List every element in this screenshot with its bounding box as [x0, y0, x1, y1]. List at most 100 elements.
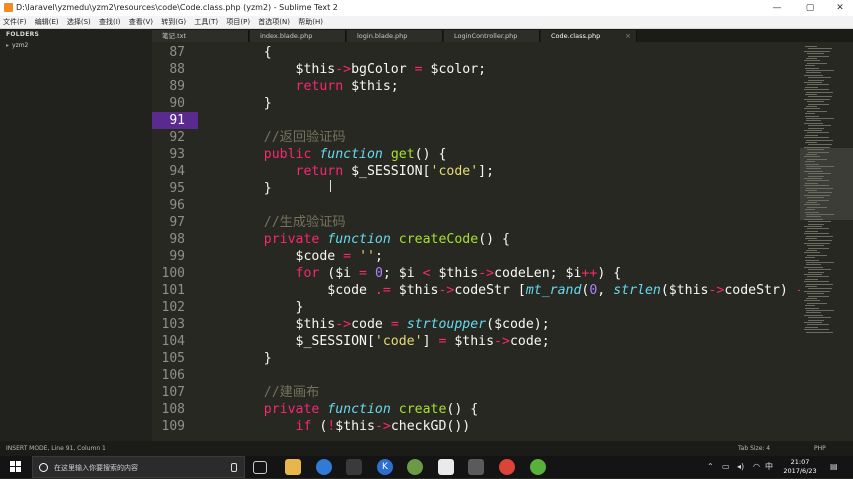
line-number: 108	[161, 402, 185, 417]
status-bar: INSERT MODE, Line 91, Column 1 Tab Size:…	[0, 441, 853, 456]
app-icon[interactable]	[407, 459, 423, 475]
wifi-icon[interactable]: ◠	[753, 456, 760, 478]
expand-triangle-icon[interactable]: ▸	[6, 42, 9, 49]
status-tab-size[interactable]: Tab Size: 4	[738, 441, 770, 456]
network-icon[interactable]: ▭	[722, 456, 730, 478]
code-line[interactable]: $_SESSION['code'] = $this->code;	[232, 333, 550, 350]
mouse-ibeam-cursor	[330, 180, 331, 192]
minimap-line	[808, 55, 829, 57]
sidebar-folder-yzm2[interactable]: ▸ yzm2	[6, 42, 28, 49]
menu-edit[interactable]: 编辑(E)	[32, 16, 62, 28]
app-icon[interactable]	[438, 459, 454, 475]
minimize-button[interactable]: —	[764, 0, 790, 16]
minimap-line	[805, 305, 815, 307]
menu-file[interactable]: 文件(F)	[0, 16, 30, 28]
line-number: 94	[169, 164, 185, 179]
chrome-icon[interactable]	[499, 459, 515, 475]
menu-selection[interactable]: 选择(S)	[64, 16, 94, 28]
code-line[interactable]: }	[232, 95, 272, 112]
input-method[interactable]: 中	[765, 456, 773, 478]
maximize-button[interactable]: ▢	[797, 0, 823, 16]
menu-find[interactable]: 查找(I)	[96, 16, 124, 28]
menu-help[interactable]: 帮助(H)	[295, 16, 326, 28]
notification-icon[interactable]: ▤	[830, 456, 838, 478]
minimap-line	[808, 317, 831, 319]
minimap-line	[806, 214, 834, 215]
minimap-line	[805, 238, 817, 239]
minimap-line	[808, 79, 824, 81]
minimap-line	[806, 283, 833, 285]
minimap-line	[805, 86, 818, 88]
tab-label: Code.class.php	[551, 32, 601, 40]
tray-chevron-icon[interactable]: ⌃	[707, 456, 714, 478]
tab-notes[interactable]: 笔记.txt	[152, 30, 249, 42]
code-line[interactable]: //返回验证码	[232, 129, 346, 146]
minimap-line	[808, 144, 832, 146]
minimap[interactable]	[800, 42, 853, 441]
code-line[interactable]: return $_SESSION['code'];	[232, 163, 495, 180]
code-line[interactable]: private function createCode() {	[232, 231, 510, 248]
browser-icon[interactable]	[316, 459, 332, 475]
code-line[interactable]: public function get() {	[232, 146, 447, 163]
windows-logo-pane	[16, 467, 21, 472]
menu-view[interactable]: 查看(V)	[126, 16, 156, 28]
code-line[interactable]: }	[232, 299, 304, 316]
minimap-line	[807, 245, 824, 247]
tab-code-class[interactable]: Code.class.php ×	[541, 30, 637, 42]
file-explorer-icon[interactable]	[285, 459, 301, 475]
task-view-icon[interactable]	[253, 461, 267, 474]
tab-close-icon[interactable]: ×	[625, 30, 631, 42]
minimap-line	[807, 84, 829, 86]
code-line[interactable]: //建画布	[232, 384, 319, 401]
start-button[interactable]	[0, 456, 32, 478]
taskbar-search[interactable]: 在这里输入你要搜索的内容	[32, 456, 245, 478]
minimap-line	[808, 319, 824, 321]
minimap-line	[805, 142, 817, 143]
minimap-line	[808, 192, 832, 194]
code-line[interactable]: for ($i = 0; $i < $this->codeLen; $i++) …	[232, 265, 622, 282]
code-line[interactable]: //生成验证码	[232, 214, 346, 231]
minimap-line	[804, 89, 829, 91]
volume-icon[interactable]: ◂)	[737, 456, 744, 478]
tab-index-blade[interactable]: index.blade.php	[250, 30, 346, 42]
minimap-line	[805, 209, 815, 211]
line-number: 107	[161, 385, 185, 400]
microphone-icon[interactable]	[231, 463, 237, 472]
code-line[interactable]: return $this;	[232, 78, 399, 95]
code-line[interactable]: private function create() {	[232, 401, 478, 418]
close-button[interactable]: ✕	[827, 0, 853, 16]
minimap-line	[804, 274, 822, 275]
code-line[interactable]: }	[232, 350, 272, 367]
minimap-line	[806, 106, 817, 107]
sublime-app-icon	[4, 3, 13, 12]
code-line[interactable]: $code .= $this->codeStr [mt_rand(0, strl…	[232, 282, 800, 299]
tab-login-controller[interactable]: LoginController.php	[444, 30, 540, 42]
menu-tools[interactable]: 工具(T)	[191, 16, 221, 28]
menu-project[interactable]: 项目(P)	[223, 16, 253, 28]
minimap-line	[806, 202, 817, 203]
minimap-line	[806, 72, 821, 74]
code-line[interactable]: $code = '';	[232, 248, 383, 265]
code-line[interactable]: }	[232, 180, 272, 197]
menu-goto[interactable]: 转到(G)	[158, 16, 189, 28]
code-line[interactable]: if (!$this->checkGD())	[232, 418, 471, 435]
minimap-line	[804, 137, 829, 139]
k-app-icon[interactable]: K	[377, 459, 393, 475]
app-icon[interactable]	[468, 459, 484, 475]
taskbar-clock[interactable]: 21:07 2017/6/23	[778, 458, 822, 476]
code-line[interactable]: $this->code = strtoupper($code);	[232, 316, 550, 333]
code-line[interactable]: {	[232, 44, 272, 61]
app-icon[interactable]	[530, 459, 546, 475]
windows-logo-pane	[10, 467, 15, 472]
code-line[interactable]: $this->bgColor = $color;	[232, 61, 487, 78]
status-syntax[interactable]: PHP	[814, 441, 826, 456]
media-app-icon[interactable]	[346, 459, 362, 475]
line-number: 104	[161, 334, 185, 349]
code-editor[interactable]: 87 88 89 90 91 92 93 94 95 96 97 98 99 100 101 102 103 10…	[152, 42, 800, 441]
minimap-line	[807, 110, 827, 112]
tab-login-blade[interactable]: login.blade.php	[347, 30, 443, 42]
menu-preferences[interactable]: 首选项(N)	[255, 16, 293, 28]
line-number: 97	[169, 215, 185, 230]
menu-bar: 文件(F) 编辑(E) 选择(S) 查找(I) 查看(V) 转到(G) 工具(T…	[0, 16, 853, 29]
minimap-line	[805, 163, 819, 165]
